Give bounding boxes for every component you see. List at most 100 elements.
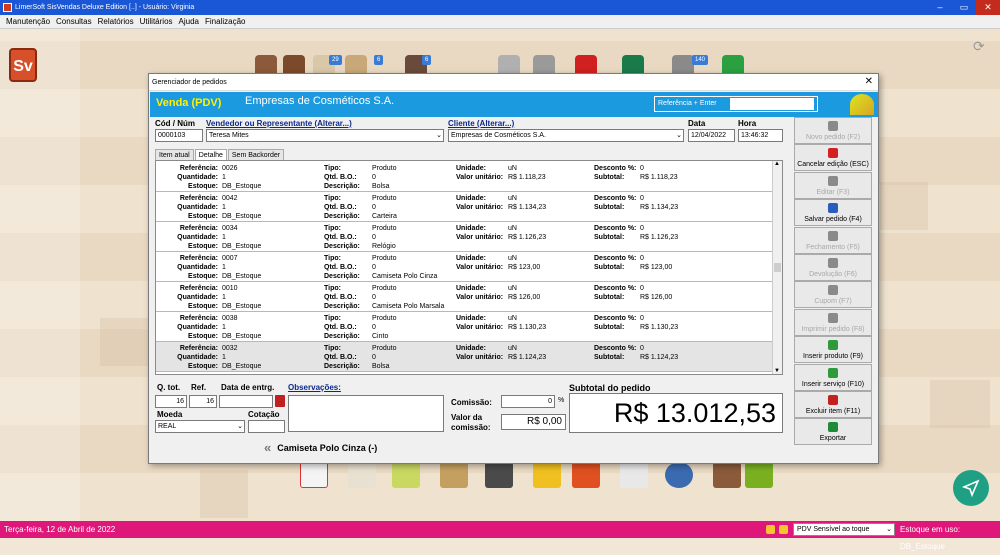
edit-button[interactable]: Editar (F3)	[794, 171, 872, 199]
menu-consultas[interactable]: Consultas	[53, 15, 95, 28]
truck-icon[interactable]	[572, 462, 600, 488]
add-product-button[interactable]: Inserir produto (F9)	[794, 336, 872, 364]
ref-value: 0034	[222, 225, 238, 232]
desc-value: Bolsa	[372, 183, 390, 190]
menu-finalizacao[interactable]: Finalização	[202, 15, 248, 28]
disk-icon[interactable]	[665, 462, 693, 488]
desc-label: Descrição:	[324, 243, 360, 250]
tab-item-atual[interactable]: Item atual	[155, 149, 194, 160]
ref-label: Referência:	[179, 315, 218, 322]
vertical-scrollbar[interactable]: ▲ ▼	[772, 161, 782, 374]
reference-input[interactable]	[730, 98, 814, 110]
calendar-icon[interactable]	[275, 395, 285, 407]
tools-icon[interactable]	[485, 462, 513, 488]
valor-value: R$ 1.134,23	[508, 204, 547, 211]
scroll-up-icon[interactable]: ▲	[774, 161, 780, 167]
send-icon[interactable]	[953, 470, 989, 506]
lock-icon[interactable]	[766, 525, 775, 534]
button-label: Inserir produto (F9)	[803, 353, 863, 361]
hora-field[interactable]: 13:46:32	[738, 129, 783, 142]
pdv-mode-select[interactable]: PDV Sensível ao toque ⌄	[793, 523, 895, 536]
pdv-mode-value: PDV Sensível ao toque	[797, 526, 870, 533]
minimize-button[interactable]: –	[928, 0, 952, 15]
unidade-value: uN	[508, 225, 517, 232]
table-row[interactable]: Referência: 0026 Quantidade: 1 Estoque: DB_Es…	[156, 162, 774, 192]
close-window-button[interactable]: ✕	[976, 0, 1000, 15]
double-left-arrow-icon[interactable]: «	[264, 440, 271, 455]
bg-tile	[200, 470, 248, 518]
estoque-label: Estoque:	[188, 183, 218, 190]
data-field[interactable]: 12/04/2022	[688, 129, 735, 142]
export-button[interactable]: Exportar	[794, 418, 872, 446]
cliente-select[interactable]: Empresas de Cosméticos S.A. ⌄	[448, 129, 684, 142]
printer-button[interactable]: Imprimir pedido (F8)	[794, 308, 872, 336]
box-icon[interactable]	[440, 462, 468, 488]
dialog-close-button[interactable]: ✕	[865, 76, 873, 87]
menu-utilitarios[interactable]: Utilitários	[137, 15, 176, 28]
unidade-value: uN	[508, 195, 517, 202]
scale-icon[interactable]	[713, 462, 741, 488]
table-row[interactable]: Referência: 0010 Quantidade: 1 Estoque: DB_Es…	[156, 282, 774, 312]
search-icon[interactable]	[620, 462, 648, 488]
qbo-label: Qtd. B.O.:	[324, 204, 357, 211]
vendedor-link[interactable]: Vendedor ou Representante (Alterar...)	[206, 119, 352, 128]
add-service-button[interactable]: Inserir serviço (F10)	[794, 363, 872, 391]
dialog-title: Gerenciador de pedidos	[149, 74, 878, 91]
desc-value: Bolsa	[372, 363, 390, 370]
observacoes-link[interactable]: Observações:	[288, 383, 341, 392]
coupon-button[interactable]: Cupom (F7)	[794, 281, 872, 309]
valor-value: R$ 1.126,23	[508, 234, 547, 241]
close-order-button[interactable]: Fechamento (F5)	[794, 226, 872, 254]
new-order-button[interactable]: Novo pedido (F2)	[794, 117, 872, 144]
qtd-label: Quantidade:	[177, 174, 218, 181]
estoque-label: Estoque:	[188, 213, 218, 220]
cliente-link[interactable]: Cliente (Alterar...)	[448, 119, 514, 128]
delete-item-button[interactable]: Excluir item (F11)	[794, 391, 872, 418]
menu-ajuda[interactable]: Ajuda	[176, 15, 202, 28]
unidade-value: uN	[508, 255, 517, 262]
cotacao-field[interactable]	[248, 420, 285, 433]
menu-relatorios[interactable]: Relatórios	[95, 15, 137, 28]
dialog-banner: Venda (PDV) Empresas de Cosméticos S.A. …	[150, 92, 878, 117]
checklist-icon[interactable]	[533, 462, 561, 488]
unlock-icon[interactable]	[779, 525, 788, 534]
cancel-button[interactable]: Cancelar edição (ESC)	[794, 144, 872, 172]
qtd-value: 1	[222, 294, 226, 301]
moeda-select[interactable]: REAL ⌄	[155, 420, 245, 433]
button-label: Excluir item (F11)	[805, 408, 861, 415]
observacoes-textarea[interactable]	[288, 395, 444, 432]
sales-chart-icon[interactable]	[300, 462, 328, 488]
entrega-field[interactable]	[219, 395, 273, 408]
table-row[interactable]: Referência: 0034 Quantidade: 1 Estoque: DB_Es…	[156, 222, 774, 252]
cod-field[interactable]: 0000103	[155, 129, 203, 142]
refresh-icon[interactable]: ⟳	[973, 38, 989, 54]
ref-value: 0038	[222, 315, 238, 322]
new-order-icon	[828, 121, 838, 131]
add-service-icon	[828, 367, 838, 378]
unidade-value: uN	[508, 285, 517, 292]
moeda-label: Moeda	[157, 410, 183, 419]
desconto-label: Desconto %:	[594, 285, 637, 292]
qtd-value: 1	[222, 204, 226, 211]
table-row[interactable]: Referência: 0042 Quantidade: 1 Estoque: DB_Es…	[156, 192, 774, 222]
vendedor-select[interactable]: Teresa Mites ⌄	[206, 129, 444, 142]
hora-label: Hora	[738, 119, 757, 128]
scroll-thumb[interactable]	[774, 263, 781, 272]
bank-icon[interactable]	[348, 462, 376, 488]
bag-icon[interactable]	[745, 462, 773, 488]
tab-detalhe[interactable]: Detalhe	[194, 149, 227, 160]
current-item-footer: « Camiseta Polo Cinza (-)	[264, 440, 377, 455]
table-row[interactable]: Referência: 0007 Quantidade: 1 Estoque: DB_Es…	[156, 252, 774, 282]
comissao-field[interactable]: 0	[501, 395, 555, 408]
return-button[interactable]: Devolução (F6)	[794, 254, 872, 281]
notes-icon[interactable]	[392, 462, 420, 488]
qbo-value: 0	[372, 174, 376, 181]
tab-sem-backorder[interactable]: Sem Backorder	[227, 149, 285, 160]
scroll-down-icon[interactable]: ▼	[774, 368, 780, 374]
maximize-button[interactable]: ▭	[952, 0, 976, 15]
save-button[interactable]: Salvar pedido (F4)	[794, 199, 872, 227]
ref-label: Referência:	[179, 195, 218, 202]
table-row[interactable]: Referência: 0038 Quantidade: 1 Estoque: DB_Es…	[156, 312, 774, 342]
menu-manutencao[interactable]: Manutenção	[3, 15, 53, 28]
table-row[interactable]: Referência: 0032 Quantidade: 1 Estoque: DB_Es…	[156, 342, 774, 372]
